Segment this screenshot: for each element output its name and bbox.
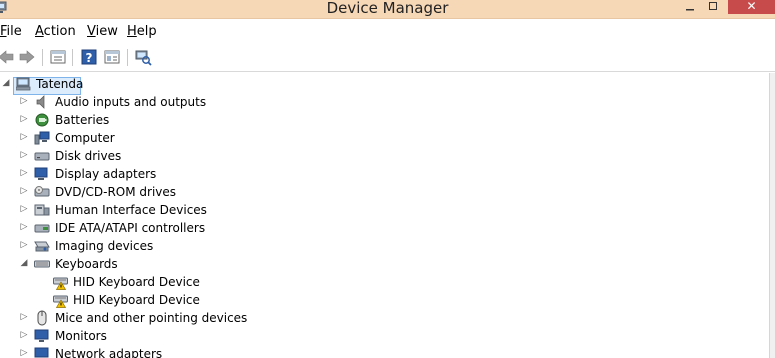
tree-root[interactable]: ◢ Tatenda — [0, 75, 760, 95]
tree-item-disk-drives[interactable]: ▷ Disk drives — [0, 147, 760, 165]
back-icon[interactable] — [0, 48, 15, 66]
maximize-icon[interactable] — [706, 0, 720, 14]
tree-item-imaging-devices[interactable]: ▷ Imaging devices — [0, 237, 760, 255]
tree-item-label: Batteries — [55, 113, 110, 127]
tree-item-hid[interactable]: ▷ Human Interface Devices — [0, 201, 760, 219]
close-button[interactable]: ✕ — [728, 0, 775, 14]
device-tree: ◢ Tatenda ▷ Audio inputs and outputs ▷ B… — [0, 73, 770, 358]
tree-item-label: Keyboards — [55, 257, 118, 271]
dvd-drive-icon — [34, 186, 50, 197]
expand-arrow-icon[interactable]: ▷ — [19, 312, 29, 322]
scrollbar[interactable] — [770, 73, 775, 358]
tree-item-audio[interactable]: ▷ Audio inputs and outputs — [0, 93, 760, 111]
expand-arrow-icon[interactable]: ▷ — [19, 204, 29, 214]
toolbar-separator — [127, 49, 128, 66]
help-icon[interactable]: ? — [80, 48, 98, 66]
toolbar-separator — [42, 49, 43, 66]
scan-hardware-icon[interactable] — [134, 48, 152, 66]
tree-item-label: Imaging devices — [55, 239, 154, 253]
expand-arrow-icon[interactable]: ▷ — [19, 114, 29, 124]
ide-controller-icon — [34, 224, 50, 233]
tree-item-dvd-drives[interactable]: ▷ DVD/CD-ROM drives — [0, 183, 760, 201]
collapse-arrow-icon[interactable]: ◢ — [1, 78, 11, 88]
minimize-icon[interactable] — [683, 0, 697, 14]
tree-item-label: Network adapters — [55, 347, 163, 358]
mouse-icon — [37, 310, 47, 326]
menu-view[interactable]: View — [87, 24, 118, 40]
tree-item-label: Disk drives — [55, 149, 122, 163]
expand-arrow-icon[interactable]: ▷ — [19, 96, 29, 106]
window-title: Device Manager — [326, 0, 449, 17]
expand-arrow-icon[interactable]: ▷ — [19, 132, 29, 142]
tree-item-label: HID Keyboard Device — [73, 275, 200, 289]
tree-item-batteries[interactable]: ▷ Batteries — [0, 111, 760, 129]
tree-item-label: DVD/CD-ROM drives — [55, 185, 177, 199]
keyboard-icon — [34, 260, 50, 268]
expand-arrow-icon[interactable]: ▷ — [19, 150, 29, 160]
tree-item-hid-keyboard-device[interactable]: HID Keyboard Device — [0, 273, 760, 291]
toolbar: ? — [0, 44, 775, 72]
tree-item-mice[interactable]: ▷ Mice and other pointing devices — [0, 309, 760, 327]
expand-arrow-icon[interactable]: ▷ — [19, 222, 29, 232]
tree-item-computer[interactable]: ▷ Computer — [0, 129, 760, 147]
speaker-icon — [36, 95, 45, 109]
tree-item-label: Mice and other pointing devices — [55, 311, 248, 325]
menu-action[interactable]: Action — [35, 24, 76, 40]
tree-item-network-adapters[interactable]: ▷ Network adapters — [0, 345, 760, 358]
tree-item-ide-controllers[interactable]: ▷ IDE ATA/ATAPI controllers — [0, 219, 760, 237]
monitor-icon — [34, 167, 48, 180]
toolbar-separator — [72, 49, 73, 66]
computer-icon — [16, 77, 31, 91]
camera-icon — [34, 241, 50, 252]
tree-root-label: Tatenda — [36, 77, 84, 91]
svg-text:?: ? — [86, 51, 93, 65]
tree-item-label: Computer — [55, 131, 115, 145]
expand-arrow-icon[interactable]: ▷ — [19, 168, 29, 178]
tree-item-label: HID Keyboard Device — [73, 293, 200, 307]
properties-icon[interactable] — [49, 48, 67, 66]
title-bar: Device Manager ✕ — [0, 0, 775, 19]
computer-icon — [34, 131, 50, 145]
expand-arrow-icon[interactable]: ▷ — [19, 186, 29, 196]
collapse-arrow-icon[interactable]: ◢ — [19, 258, 29, 268]
disk-drive-icon — [34, 152, 50, 161]
menu-file[interactable]: File — [0, 24, 22, 40]
keyboard-warning-icon — [53, 277, 68, 290]
keyboard-warning-icon — [53, 295, 68, 308]
tree-item-keyboards[interactable]: ◢ Keyboards — [0, 255, 760, 273]
tree-item-label: Audio inputs and outputs — [55, 95, 207, 109]
tree-item-label: IDE ATA/ATAPI controllers — [55, 221, 206, 235]
tree-item-display-adapters[interactable]: ▷ Display adapters — [0, 165, 760, 183]
forward-icon[interactable] — [18, 48, 36, 66]
tree-item-label: Monitors — [55, 329, 107, 343]
hid-icon — [34, 204, 50, 216]
tree-item-label: Display adapters — [55, 167, 157, 181]
network-adapter-icon — [34, 347, 49, 358]
monitor-icon — [34, 329, 49, 342]
expand-arrow-icon[interactable]: ▷ — [19, 240, 29, 250]
tree-item-hid-keyboard-device[interactable]: HID Keyboard Device — [0, 291, 760, 309]
menu-help[interactable]: Help — [127, 24, 157, 40]
battery-icon — [35, 113, 49, 127]
expand-arrow-icon[interactable]: ▷ — [19, 330, 29, 340]
menu-bar: File Action View Help — [0, 19, 775, 44]
tree-item-monitors[interactable]: ▷ Monitors — [0, 327, 760, 345]
close-icon: ✕ — [746, 0, 757, 13]
expand-arrow-icon[interactable]: ▷ — [19, 348, 29, 358]
tree-item-label: Human Interface Devices — [55, 203, 207, 217]
show-hide-console-tree-icon[interactable] — [103, 48, 121, 66]
